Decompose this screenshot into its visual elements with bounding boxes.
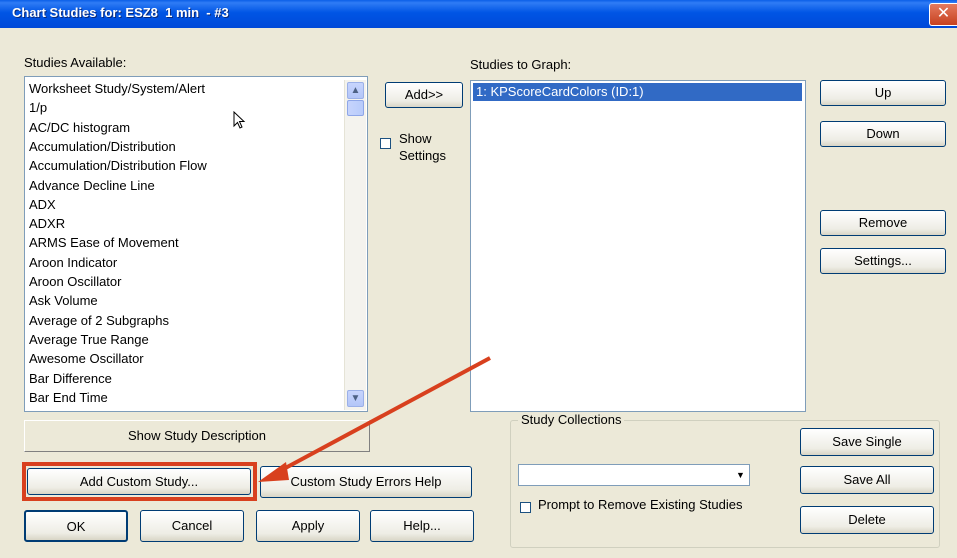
custom-study-errors-help-button[interactable]: Custom Study Errors Help <box>260 466 472 498</box>
list-item[interactable]: Advance Decline Line <box>29 176 155 195</box>
list-item[interactable]: ARMS Ease of Movement <box>29 233 179 252</box>
save-single-button[interactable]: Save Single <box>800 428 934 456</box>
remove-button[interactable]: Remove <box>820 210 946 236</box>
delete-button[interactable]: Delete <box>800 506 934 534</box>
add-button[interactable]: Add>> <box>385 82 463 108</box>
prompt-remove-checkbox[interactable] <box>520 502 531 513</box>
study-collections-combo[interactable]: ▼ <box>518 464 750 486</box>
list-item[interactable]: Aroon Oscillator <box>29 272 121 291</box>
scroll-up-button[interactable]: ▲ <box>347 82 364 99</box>
list-item[interactable]: Worksheet Study/System/Alert <box>29 79 205 98</box>
scroll-down-button[interactable]: ▼ <box>347 390 364 407</box>
list-item[interactable]: ADX <box>29 195 56 214</box>
chevron-down-icon: ▼ <box>350 393 361 404</box>
prompt-remove-label: Prompt to Remove Existing Studies <box>538 497 743 512</box>
up-button[interactable]: Up <box>820 80 946 106</box>
title-bar: Chart Studies for: ESZ8 1 min - #3 ✕ <box>0 0 957 28</box>
list-item[interactable]: Bar End Time <box>29 388 108 407</box>
show-settings-line1: Show <box>399 131 432 146</box>
window-title: Chart Studies for: ESZ8 1 min - #3 <box>12 5 229 20</box>
list-item[interactable]: Accumulation/Distribution <box>29 137 176 156</box>
studies-available-list[interactable]: Worksheet Study/System/Alert 1/p AC/DC his… <box>24 76 368 412</box>
studies-to-graph-label: Studies to Graph: <box>470 57 572 72</box>
apply-button[interactable]: Apply <box>256 510 360 542</box>
cancel-button[interactable]: Cancel <box>140 510 244 542</box>
list-item[interactable]: Ask Volume <box>29 291 98 310</box>
close-icon: ✕ <box>936 5 951 22</box>
save-all-button[interactable]: Save All <box>800 466 934 494</box>
show-settings-label: Show Settings <box>399 130 446 164</box>
show-settings-checkbox[interactable] <box>380 138 391 149</box>
combo-dropdown-icon[interactable]: ▼ <box>733 466 748 484</box>
list-item[interactable]: ADXR <box>29 214 65 233</box>
studies-available-label: Studies Available: <box>24 55 127 70</box>
studies-to-graph-list[interactable]: 1: KPScoreCardColors (ID:1) <box>470 80 806 412</box>
studies-available-scrollbar[interactable]: ▲ ▼ <box>344 80 366 410</box>
help-button[interactable]: Help... <box>370 510 474 542</box>
list-item[interactable]: Accumulation/Distribution Flow <box>29 156 207 175</box>
settings-button[interactable]: Settings... <box>820 248 946 274</box>
chevron-up-icon: ▲ <box>350 85 361 96</box>
highlight-box <box>22 462 257 501</box>
list-item[interactable]: AC/DC histogram <box>29 118 130 137</box>
mouse-pointer-icon <box>233 111 246 129</box>
show-study-description-button[interactable]: Show Study Description <box>24 420 370 452</box>
list-item[interactable]: Aroon Indicator <box>29 253 117 272</box>
down-button[interactable]: Down <box>820 121 946 147</box>
show-settings-line2: Settings <box>399 148 446 163</box>
list-item-selected[interactable]: 1: KPScoreCardColors (ID:1) <box>473 83 802 101</box>
list-item[interactable]: Average True Range <box>29 330 149 349</box>
study-collections-label: Study Collections <box>518 412 625 427</box>
scroll-thumb[interactable] <box>347 100 364 116</box>
list-item[interactable]: Bar Difference <box>29 369 112 388</box>
list-item[interactable]: Awesome Oscillator <box>29 349 144 368</box>
list-item[interactable]: Average of 2 Subgraphs <box>29 311 169 330</box>
close-button[interactable]: ✕ <box>929 3 957 26</box>
list-item[interactable]: 1/p <box>29 98 47 117</box>
ok-button[interactable]: OK <box>24 510 128 542</box>
